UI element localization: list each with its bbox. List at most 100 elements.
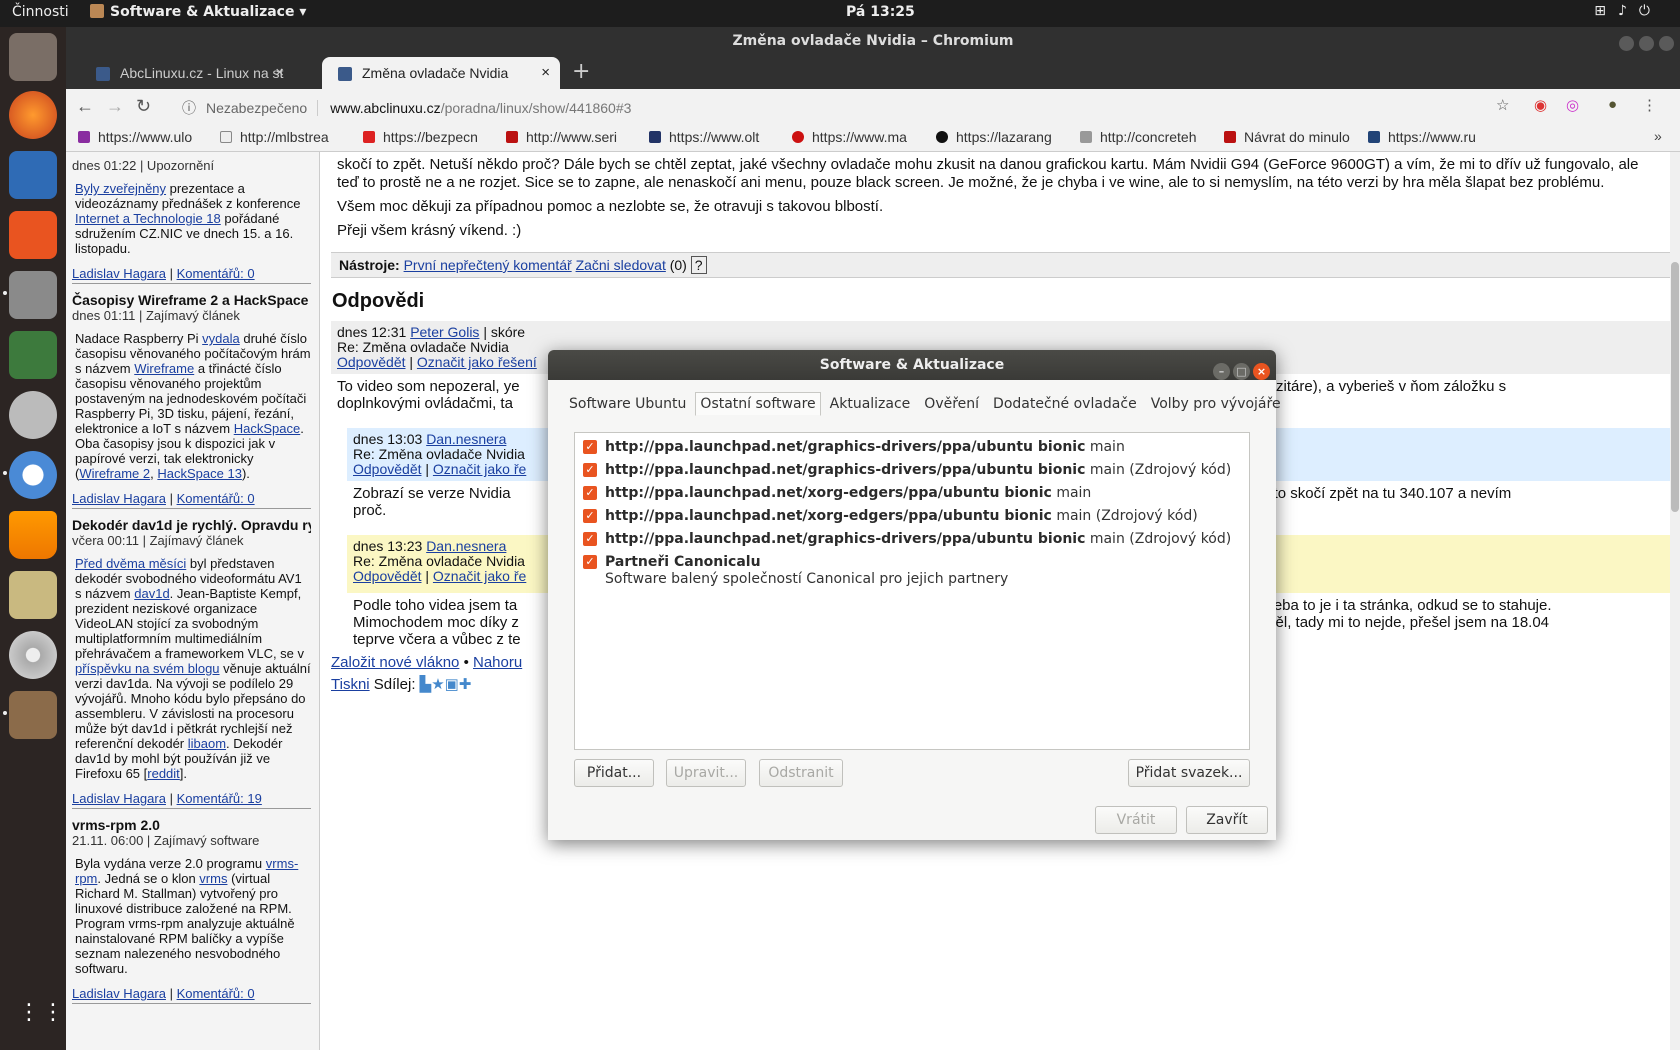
tab-close-icon[interactable]: × [275, 64, 284, 81]
edit-button[interactable]: Upravit... [666, 759, 746, 787]
bookmark-item[interactable]: https://www.ru [1368, 129, 1508, 145]
help-button[interactable]: ? [690, 256, 707, 274]
add-button[interactable]: Přidat... [574, 759, 654, 787]
tab-other-software[interactable]: Ostatní software [695, 392, 821, 416]
comments-link[interactable]: Komentářů: 19 [177, 791, 262, 806]
tab-zmena-ovladace[interactable]: Změna ovladače Nvidia × [322, 57, 560, 89]
share-icons[interactable]: ▙★▣✚ [420, 676, 472, 693]
address-bar[interactable]: ⓘ Nezabezpečeno www.abclinuxu.cz/poradna/l… [178, 93, 1578, 121]
bookmark-item[interactable]: http://concreteh [1080, 129, 1220, 145]
author-link[interactable]: Ladislav Hagara [72, 791, 166, 806]
extension-icon[interactable]: ◉ [1534, 96, 1547, 114]
new-tab-icon[interactable]: + [572, 59, 590, 84]
profile-avatar[interactable]: ● [1608, 96, 1617, 113]
source-row[interactable]: ✓ http://ppa.launchpad.net/graphics-drive… [583, 460, 1241, 483]
comments-link[interactable]: Komentářů: 0 [177, 266, 255, 281]
comment-author[interactable]: Dan.nesnera [426, 431, 506, 447]
revert-button[interactable]: Vrátit [1095, 806, 1177, 834]
follow-link[interactable]: Začni sledovat [576, 257, 666, 273]
news-link[interactable]: Wireframe [134, 361, 194, 376]
news-title[interactable]: Časopisy Wireframe 2 a HackSpace 13 [72, 292, 311, 308]
source-row[interactable]: ✓ http://ppa.launchpad.net/xorg-edgers/pp… [583, 506, 1241, 529]
bookmarks-overflow-icon[interactable]: » [1654, 128, 1662, 144]
remove-button[interactable]: Odstranit [759, 759, 843, 787]
news-link[interactable]: příspěvku na svém blogu [75, 661, 220, 676]
reply-link[interactable]: Odpovědět [353, 461, 422, 477]
hardware-icon[interactable] [9, 331, 57, 379]
tab-updates[interactable]: Aktualizace [825, 392, 916, 416]
news-link[interactable]: Byly zveřejněny [75, 181, 166, 196]
news-link[interactable]: HackSpace [234, 421, 300, 436]
news-link[interactable]: Internet a Technologie 18 [75, 211, 221, 226]
reply-link[interactable]: Odpovědět [337, 354, 406, 370]
minimize-icon[interactable]: – [1213, 363, 1230, 380]
software-center-icon[interactable] [9, 211, 57, 259]
close-icon[interactable] [1659, 36, 1674, 51]
close-icon[interactable]: × [1253, 363, 1270, 380]
news-link[interactable]: dav1d [134, 586, 169, 601]
tab-authentication[interactable]: Ověření [919, 392, 984, 416]
news-link[interactable]: reddit [147, 766, 180, 781]
app-menu[interactable]: Software & Aktualizace ▾ [90, 4, 306, 20]
dvd-icon[interactable] [9, 631, 57, 679]
mark-solution-link[interactable]: Označit jako ře [433, 568, 526, 584]
news-link[interactable]: vrms [199, 871, 227, 886]
info-icon[interactable]: ⓘ [182, 100, 196, 116]
top-link[interactable]: Nahoru [473, 654, 522, 671]
chromium-icon[interactable] [3, 451, 57, 499]
bookmark-item[interactable]: http://www.seri [506, 129, 646, 145]
bookmark-item[interactable]: https://lazarang [936, 129, 1076, 145]
mark-solution-link[interactable]: Označit jako ře [433, 461, 526, 477]
add-volume-button[interactable]: Přidat svazek... [1128, 759, 1250, 787]
author-link[interactable]: Ladislav Hagara [72, 266, 166, 281]
bookmark-item[interactable]: https://www.olt [649, 129, 789, 145]
bookmark-item[interactable]: Návrat do minulo [1224, 129, 1364, 145]
back-icon[interactable]: ← [76, 96, 94, 117]
scrollbar-thumb[interactable] [1671, 262, 1679, 512]
show-apps-icon[interactable]: ⋮⋮⋮ [18, 1002, 88, 1038]
clock[interactable]: Pá 13:25 [846, 4, 915, 20]
bookmark-item[interactable]: https://www.ulo [78, 129, 218, 145]
author-link[interactable]: Ladislav Hagara [72, 491, 166, 506]
files-icon[interactable] [9, 33, 57, 81]
source-checkbox[interactable]: ✓ [583, 509, 597, 523]
source-checkbox[interactable]: ✓ [583, 532, 597, 546]
source-row[interactable]: ✓ http://ppa.launchpad.net/graphics-drive… [583, 529, 1241, 552]
comment-author[interactable]: Peter Golis [410, 324, 479, 340]
tab-additional-drivers[interactable]: Dodatečné ovladače [988, 392, 1142, 416]
close-button[interactable]: Zavřít [1186, 806, 1268, 834]
news-title[interactable]: vrms-rpm 2.0 [72, 817, 311, 833]
tab-developer-options[interactable]: Volby pro vývojáře [1146, 392, 1286, 416]
source-row-partner[interactable]: ✓ Partneři Canonicalu Software balený spol… [583, 552, 1241, 592]
page-scrollbar[interactable] [1670, 152, 1680, 1050]
news-link[interactable]: HackSpace 13 [157, 466, 242, 481]
disk-icon[interactable] [9, 391, 57, 439]
news-link[interactable]: libaom [188, 736, 226, 751]
comments-link[interactable]: Komentářů: 0 [177, 986, 255, 1001]
reload-icon[interactable]: ↻ [136, 96, 151, 117]
comments-link[interactable]: Komentářů: 0 [177, 491, 255, 506]
menu-icon[interactable]: ⋮ [1642, 96, 1657, 114]
tab-abclinuxu[interactable]: AbcLinuxu.cz - Linux na st × [80, 57, 294, 89]
bookmark-item[interactable]: https://www.ma [792, 129, 932, 145]
settings-icon[interactable] [3, 271, 57, 319]
speaker-icon[interactable] [9, 571, 57, 619]
forward-icon[interactable]: → [106, 96, 124, 117]
system-tray[interactable]: ⊞♪⏻ [1594, 3, 1662, 19]
news-link[interactable]: vydala [202, 331, 240, 346]
bookmark-item[interactable]: https://bezpecn [363, 129, 503, 145]
reply-link[interactable]: Odpovědět [353, 568, 422, 584]
maximize-icon[interactable] [1639, 36, 1654, 51]
source-checkbox[interactable]: ✓ [583, 463, 597, 477]
firefox-icon[interactable] [9, 91, 57, 139]
bookmark-star-icon[interactable]: ☆ [1496, 96, 1509, 114]
instagram-icon[interactable]: ◎ [1566, 96, 1579, 114]
maximize-icon[interactable]: □ [1233, 363, 1250, 380]
source-row[interactable]: ✓ http://ppa.launchpad.net/xorg-edgers/pp… [583, 483, 1241, 506]
vlc-icon[interactable] [9, 511, 57, 559]
mark-solution-link[interactable]: Označit jako řešení [417, 354, 537, 370]
source-checkbox[interactable]: ✓ [583, 555, 597, 569]
author-link[interactable]: Ladislav Hagara [72, 986, 166, 1001]
tab-close-icon[interactable]: × [541, 64, 550, 81]
source-checkbox[interactable]: ✓ [583, 486, 597, 500]
